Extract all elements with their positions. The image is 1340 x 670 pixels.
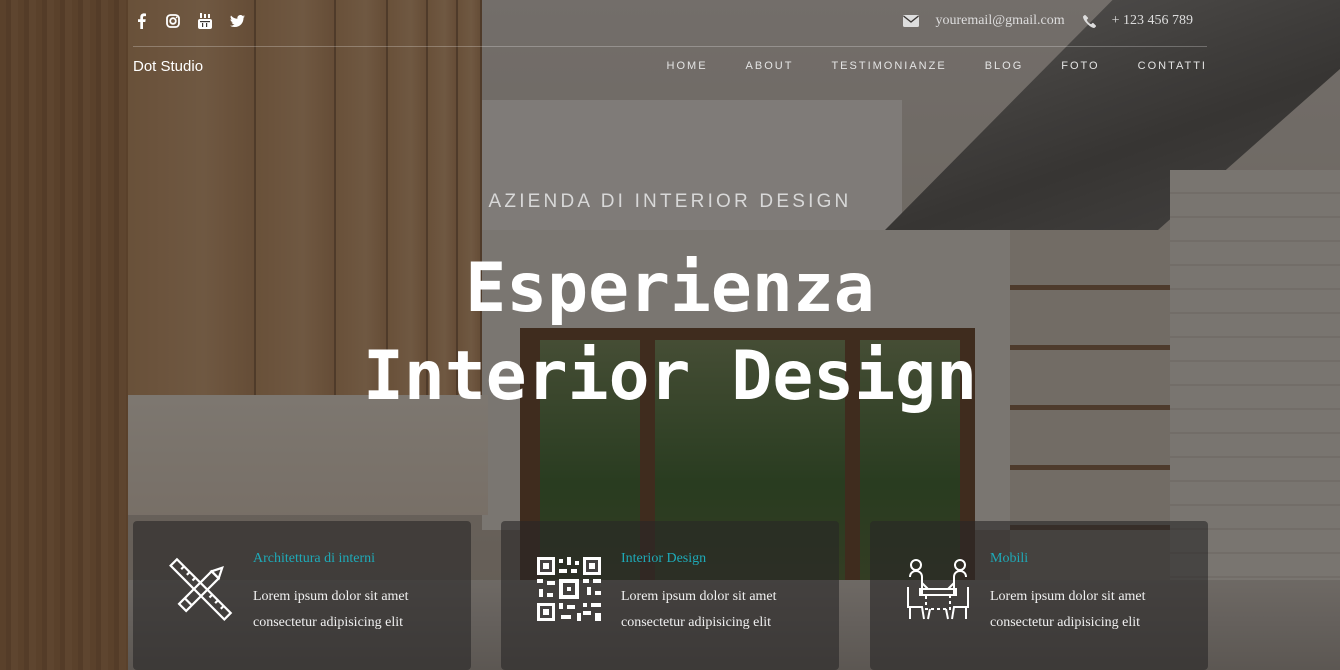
feature-title[interactable]: Mobili	[990, 551, 1028, 567]
hero-headline-line-2: Interior Design	[362, 337, 978, 416]
facebook-icon[interactable]	[133, 12, 149, 30]
feature-card-mobili[interactable]: Mobili Lorem ipsum dolor sit amet consec…	[870, 521, 1208, 670]
nav-item-about[interactable]: ABOUT	[746, 60, 794, 72]
hero-headline: Esperienza Interior Design	[0, 245, 1340, 421]
nav-menu: HOME ABOUT TESTIMONIANZE BLOG FOTO CONTA…	[667, 60, 1207, 72]
feature-title[interactable]: Architettura di interni	[253, 551, 375, 567]
nav-item-contatti[interactable]: CONTATTI	[1138, 60, 1207, 72]
feature-card-interior-design[interactable]: Interior Design Lorem ipsum dolor sit am…	[501, 521, 839, 670]
pencil-ruler-icon	[169, 557, 233, 621]
nav-item-blog[interactable]: BLOG	[985, 60, 1024, 72]
feature-title[interactable]: Interior Design	[621, 551, 706, 567]
envelope-icon	[903, 15, 920, 27]
nav-item-testimonianze[interactable]: TESTIMONIANZE	[831, 60, 946, 72]
instagram-icon[interactable]	[165, 12, 181, 30]
social-links	[133, 12, 245, 30]
brand-logo[interactable]: Dot Studio	[133, 58, 203, 75]
hero-eyebrow: AZIENDA DI INTERIOR DESIGN	[488, 191, 852, 212]
feature-description: Lorem ipsum dolor sit amet consectetur a…	[621, 589, 777, 630]
top-bar: youremail@gmail.com + 123 456 789	[133, 0, 1207, 47]
feature-description: Lorem ipsum dolor sit amet consectetur a…	[990, 589, 1146, 630]
contact-info: youremail@gmail.com + 123 456 789	[903, 13, 1193, 29]
qr-code-icon	[537, 557, 601, 621]
twitter-icon[interactable]	[229, 12, 245, 30]
youtube-icon[interactable]	[197, 12, 213, 30]
dining-table-icon	[906, 557, 970, 621]
feature-card-architettura[interactable]: Architettura di interni Lorem ipsum dolo…	[133, 521, 471, 670]
nav-item-foto[interactable]: FOTO	[1061, 60, 1099, 72]
phone-icon	[1082, 14, 1096, 28]
hero-headline-line-1: Esperienza	[465, 249, 875, 328]
nav-item-home[interactable]: HOME	[667, 60, 708, 72]
email-link[interactable]: youremail@gmail.com	[935, 13, 1064, 29]
feature-description: Lorem ipsum dolor sit amet consectetur a…	[253, 589, 409, 630]
main-nav: Dot Studio HOME ABOUT TESTIMONIANZE BLOG…	[133, 58, 1207, 78]
phone-number[interactable]: + 123 456 789	[1112, 13, 1193, 29]
